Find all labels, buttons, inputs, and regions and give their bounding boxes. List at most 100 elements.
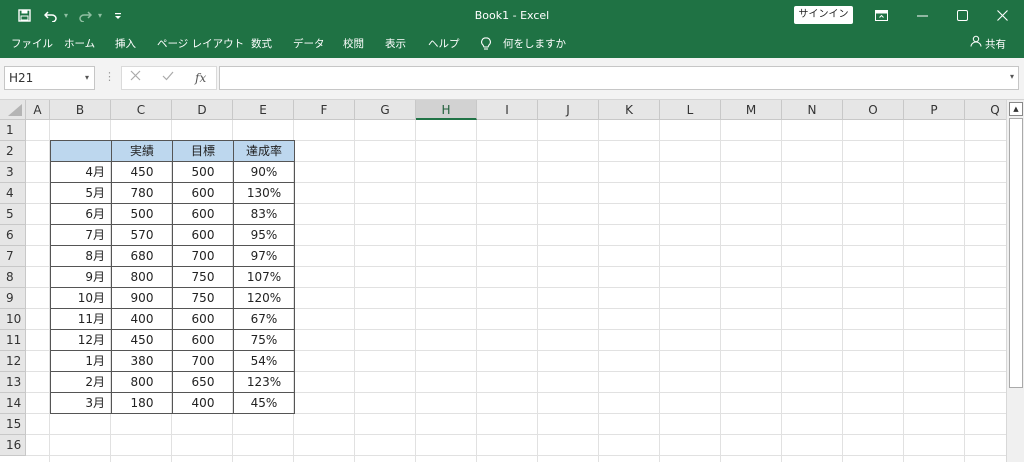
scroll-up-icon[interactable]: ▲: [1009, 102, 1023, 116]
table-cell[interactable]: 680: [111, 245, 173, 267]
table-cell[interactable]: 107%: [233, 266, 295, 288]
row-header-12[interactable]: 12: [0, 351, 26, 372]
table-cell[interactable]: 900: [111, 287, 173, 309]
row-header-2[interactable]: 2: [0, 141, 26, 162]
tab-insert[interactable]: 挿入: [115, 31, 136, 58]
table-cell[interactable]: 9月: [50, 266, 112, 288]
table-cell[interactable]: 2月: [50, 371, 112, 393]
row-header-1[interactable]: 1: [0, 120, 26, 141]
row-header-8[interactable]: 8: [0, 267, 26, 288]
tab-formulas[interactable]: 数式: [251, 31, 272, 58]
signin-button[interactable]: サインイン: [794, 6, 853, 24]
row-header-13[interactable]: 13: [0, 372, 26, 393]
column-header-o[interactable]: O: [843, 100, 904, 120]
column-header-j[interactable]: J: [538, 100, 599, 120]
row-header-5[interactable]: 5: [0, 204, 26, 225]
save-icon[interactable]: [14, 0, 34, 31]
row-header-9[interactable]: 9: [0, 288, 26, 309]
column-header-f[interactable]: F: [294, 100, 355, 120]
chevron-down-icon[interactable]: ▾: [85, 67, 89, 89]
table-cell[interactable]: 7月: [50, 224, 112, 246]
table-cell[interactable]: 1月: [50, 350, 112, 372]
column-header-i[interactable]: I: [477, 100, 538, 120]
tab-page-layout[interactable]: ページ レイアウト: [157, 31, 244, 58]
column-header-h[interactable]: H: [416, 100, 477, 120]
column-header-c[interactable]: C: [111, 100, 172, 120]
vertical-scrollbar[interactable]: ▲: [1006, 100, 1024, 462]
row-header-3[interactable]: 3: [0, 162, 26, 183]
tab-file[interactable]: ファイル: [11, 31, 53, 58]
redo-icon[interactable]: [76, 0, 94, 31]
table-cell[interactable]: 600: [172, 224, 234, 246]
table-cell[interactable]: 700: [172, 350, 234, 372]
share-button[interactable]: 共有: [970, 31, 1006, 58]
column-header-a[interactable]: A: [26, 100, 50, 120]
column-header-p[interactable]: P: [904, 100, 965, 120]
table-cell[interactable]: 800: [111, 266, 173, 288]
table-cell[interactable]: 12月: [50, 329, 112, 351]
table-cell[interactable]: 75%: [233, 329, 295, 351]
row-header-7[interactable]: 7: [0, 246, 26, 267]
table-cell[interactable]: 54%: [233, 350, 295, 372]
column-header-l[interactable]: L: [660, 100, 721, 120]
table-cell[interactable]: 130%: [233, 182, 295, 204]
select-all-button[interactable]: [0, 100, 26, 120]
table-cell[interactable]: 600: [172, 308, 234, 330]
maximize-icon[interactable]: [942, 0, 982, 31]
tab-data[interactable]: データ: [293, 31, 325, 58]
table-cell[interactable]: 67%: [233, 308, 295, 330]
table-cell[interactable]: 750: [172, 287, 234, 309]
row-header-14[interactable]: 14: [0, 393, 26, 414]
row-header-11[interactable]: 11: [0, 330, 26, 351]
table-cell[interactable]: 180: [111, 392, 173, 414]
table-cell[interactable]: 400: [172, 392, 234, 414]
column-header-n[interactable]: N: [782, 100, 843, 120]
undo-dropdown-icon[interactable]: ▾: [61, 0, 71, 31]
table-cell[interactable]: 450: [111, 329, 173, 351]
customize-quick-access-icon[interactable]: [112, 0, 124, 31]
insert-function-icon[interactable]: fx: [195, 66, 206, 90]
table-cell[interactable]: 500: [172, 161, 234, 183]
name-box[interactable]: H21 ▾: [4, 66, 95, 90]
table-cell[interactable]: 570: [111, 224, 173, 246]
table-cell[interactable]: 5月: [50, 182, 112, 204]
ribbon-display-options-icon[interactable]: [861, 0, 901, 31]
minimize-icon[interactable]: [902, 0, 942, 31]
column-header-b[interactable]: B: [50, 100, 111, 120]
tab-review[interactable]: 校閲: [343, 31, 364, 58]
check-icon[interactable]: [162, 66, 174, 90]
tab-home[interactable]: ホーム: [64, 31, 95, 58]
table-cell[interactable]: 11月: [50, 308, 112, 330]
table-cell[interactable]: 800: [111, 371, 173, 393]
splitter-icon[interactable]: ⋮: [104, 70, 115, 83]
table-cell[interactable]: 380: [111, 350, 173, 372]
table-header-cell[interactable]: 達成率: [233, 140, 295, 162]
table-cell[interactable]: 600: [172, 329, 234, 351]
table-header-cell[interactable]: 実績: [111, 140, 173, 162]
table-cell[interactable]: 10月: [50, 287, 112, 309]
column-header-e[interactable]: E: [233, 100, 294, 120]
table-cell[interactable]: 8月: [50, 245, 112, 267]
table-cell[interactable]: 750: [172, 266, 234, 288]
cancel-icon[interactable]: [130, 66, 141, 90]
table-cell[interactable]: 120%: [233, 287, 295, 309]
table-cell[interactable]: 650: [172, 371, 234, 393]
table-cell[interactable]: 4月: [50, 161, 112, 183]
table-header-cell[interactable]: [50, 140, 112, 162]
column-header-q[interactable]: Q: [965, 100, 1006, 120]
table-cell[interactable]: 500: [111, 203, 173, 225]
tell-me-search[interactable]: 何をしますか: [503, 31, 566, 58]
table-cell[interactable]: 400: [111, 308, 173, 330]
column-header-k[interactable]: K: [599, 100, 660, 120]
table-cell[interactable]: 123%: [233, 371, 295, 393]
table-cell[interactable]: 780: [111, 182, 173, 204]
redo-dropdown-icon[interactable]: ▾: [95, 0, 105, 31]
table-cell[interactable]: 600: [172, 203, 234, 225]
row-header-4[interactable]: 4: [0, 183, 26, 204]
close-icon[interactable]: [982, 0, 1022, 31]
column-header-m[interactable]: M: [721, 100, 782, 120]
table-cell[interactable]: 95%: [233, 224, 295, 246]
row-header-16[interactable]: 16: [0, 435, 26, 456]
expand-formula-bar-icon[interactable]: ▾: [1010, 72, 1014, 81]
table-cell[interactable]: 700: [172, 245, 234, 267]
